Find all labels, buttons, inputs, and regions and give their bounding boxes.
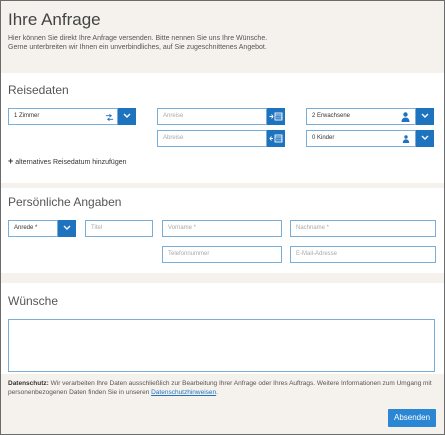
chevron-down-icon [123, 113, 131, 118]
child-person-icon [402, 135, 410, 143]
transfer-icon [105, 113, 114, 122]
abreise-field[interactable]: Abreise [157, 130, 267, 147]
children-dropdown-button[interactable] [416, 130, 434, 147]
calendar-arrow-out-icon [269, 134, 283, 143]
abreise-placeholder: Abreise [163, 135, 184, 141]
wishes-title: Wünsche [8, 294, 59, 308]
titel-placeholder: Titel [91, 225, 103, 231]
privacy-notice: Datenschutz: Wir verarbeiten Ihre Daten … [8, 379, 436, 397]
room-select-dropdown-button[interactable] [118, 108, 136, 125]
anreise-placeholder: Anreise [163, 113, 184, 119]
chevron-down-icon [63, 225, 71, 230]
add-alternative-date-label: alternatives Reisedatum hinzufügen [15, 159, 127, 166]
adults-select-value: 2 Erwachsene [312, 113, 351, 119]
adults-dropdown-button[interactable] [416, 108, 434, 125]
personal-title: Persönliche Angaben [8, 195, 122, 209]
privacy-label: Datenschutz: [8, 380, 49, 387]
anrede-select-value: Anrede * [14, 225, 38, 231]
plus-icon: + [8, 156, 14, 166]
adult-person-icon [401, 112, 410, 122]
calendar-arrow-in-icon [269, 112, 283, 121]
page-title: Ihre Anfrage [8, 10, 101, 29]
room-select-value: 1 Zimmer [14, 113, 40, 119]
email-placeholder: E-Mail-Adresse [296, 251, 338, 257]
reisedaten-title: Reisedaten [8, 83, 69, 97]
nachname-field[interactable]: Nachname * [290, 220, 436, 237]
intro-text: Hier können Sie direkt Ihre Anfrage vers… [8, 34, 433, 52]
submit-button[interactable]: Absenden [388, 409, 436, 427]
titel-field[interactable]: Titel [85, 220, 153, 237]
chevron-down-icon [421, 113, 429, 118]
children-select-value: 0 Kinder [312, 135, 335, 141]
privacy-text: Wir verarbeiten Ihre Daten ausschließlic… [8, 380, 432, 396]
email-field[interactable]: E-Mail-Adresse [290, 246, 436, 263]
telefon-field[interactable]: Telefonnummer [162, 246, 282, 263]
privacy-link[interactable]: Datenschutzhinweisen [151, 389, 216, 396]
anreise-field[interactable]: Anreise [157, 108, 267, 125]
nachname-placeholder: Nachname * [296, 225, 330, 231]
vorname-placeholder: Vorname * [168, 225, 197, 231]
chevron-down-icon [421, 135, 429, 140]
vorname-field[interactable]: Vorname * [162, 220, 282, 237]
intro-line-1: Hier können Sie direkt Ihre Anfrage vers… [8, 35, 268, 42]
children-select[interactable]: 0 Kinder [306, 130, 416, 147]
abreise-calendar-button[interactable] [267, 130, 285, 147]
anreise-calendar-button[interactable] [267, 108, 285, 125]
anrede-select[interactable]: Anrede * [8, 220, 58, 237]
wishes-textarea[interactable] [8, 319, 435, 372]
intro-line-2: Gerne unterbreiten wir Ihnen ein unverbi… [8, 44, 267, 51]
adults-select[interactable]: 2 Erwachsene [306, 108, 416, 125]
anrede-dropdown-button[interactable] [58, 220, 76, 237]
room-select[interactable]: 1 Zimmer [8, 108, 118, 125]
add-alternative-date-link[interactable]: + alternatives Reisedatum hinzufügen [8, 156, 127, 166]
privacy-end: . [216, 389, 218, 396]
telefon-placeholder: Telefonnummer [168, 251, 210, 257]
